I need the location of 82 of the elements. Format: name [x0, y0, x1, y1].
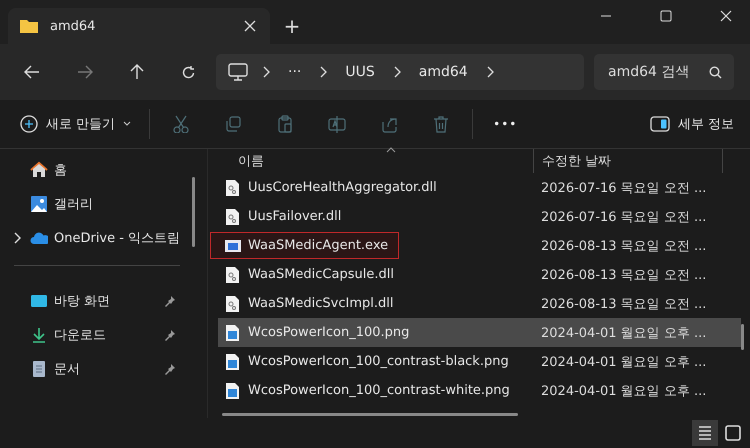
- file-row[interactable]: WaaSMedicCapsule.dll 2026-08-13 목요일 오전 ...: [218, 260, 741, 289]
- file-row[interactable]: WcosPowerIcon_100_contrast-black.png 2024-04-01 월요일 오후 ...: [218, 347, 741, 376]
- settings-file-icon: [224, 266, 241, 284]
- date-cell-text: 2024-04-01 월요일 오후 ...: [540, 324, 706, 342]
- file-row[interactable]: WcosPowerIcon_100_contrast-white.png 2024-04-01 월요일 오후 ...: [218, 376, 741, 405]
- settings-file-icon: [224, 178, 241, 196]
- view-button[interactable]: [692, 420, 718, 446]
- list-view-icon: [696, 424, 714, 442]
- sidebar-item[interactable]: OneDrive - 익스트림: [14, 221, 190, 255]
- sidebar-item[interactable]: 바탕 화면: [14, 284, 190, 318]
- date-cell-text: 2026-08-13 목요일 오전 ...: [540, 238, 706, 254]
- sort-caret-icon: [386, 147, 396, 153]
- folder-icon: [20, 19, 38, 33]
- file-row[interactable]: UusCoreHealthAggregator.dll 2026-07-16 목요일 오전 ...: [218, 173, 741, 202]
- image-file-icon: [224, 352, 241, 370]
- column-header[interactable]: 이름: [218, 149, 533, 173]
- file-name: WcosPowerIcon_100.png: [218, 324, 533, 342]
- desktop-icon: [30, 292, 48, 310]
- chevron-right-icon[interactable]: [392, 66, 401, 78]
- close-icon[interactable]: [244, 20, 256, 32]
- tab-title: amd64: [50, 18, 96, 34]
- chevron-right-icon[interactable]: [14, 232, 21, 244]
- file-name: UusFailover.dll: [218, 208, 533, 226]
- search-field[interactable]: amd64 검색: [594, 54, 734, 90]
- download-icon: [30, 326, 48, 344]
- breadcrumb-item[interactable]: amd64: [418, 64, 468, 80]
- settings-file-icon: [224, 294, 241, 312]
- scrollbar-thumb[interactable]: [192, 177, 195, 247]
- maximize-icon[interactable]: [660, 10, 672, 22]
- sidebar-item[interactable]: 갤러리: [14, 187, 190, 221]
- plus-circle-icon: [20, 115, 38, 133]
- new-tab-button[interactable]: +: [270, 8, 314, 44]
- up-arrow-icon[interactable]: [130, 64, 144, 80]
- new-button[interactable]: 새로 만들기: [16, 109, 136, 139]
- date-cell-text: 2026-07-16 목요일 오전 ...: [540, 180, 706, 196]
- back-arrow-icon[interactable]: [24, 65, 40, 79]
- file-name: WcosPowerIcon_100_contrast-black.png: [218, 352, 533, 370]
- caret-icon: [123, 121, 132, 127]
- scrollbar-thumb[interactable]: [741, 324, 744, 350]
- breadcrumb-item[interactable]: ···: [288, 64, 302, 80]
- tile-view-icon: [724, 424, 742, 442]
- date-cell-text: 2026-08-13 목요일 오전 ...: [540, 266, 706, 284]
- column-header[interactable]: 수정한 날짜: [533, 149, 723, 173]
- pin-icon[interactable]: [164, 329, 176, 341]
- refresh-icon[interactable]: [181, 64, 196, 80]
- chevron-right-icon[interactable]: [262, 66, 270, 78]
- date-cell-text: 2026-07-16 목요일 오전 ...: [540, 208, 706, 226]
- document-icon: [30, 360, 48, 378]
- sidebar-item[interactable]: 홈: [14, 153, 190, 187]
- search-icon: [709, 66, 722, 79]
- date-cell-text: 2024-04-01 월요일 오후 ...: [540, 382, 706, 400]
- image-file-icon: [224, 324, 241, 342]
- chevron-right-icon[interactable]: [319, 66, 328, 78]
- pin-icon[interactable]: [164, 363, 176, 375]
- settings-file-icon: [224, 208, 241, 226]
- date-cell-text: 2026-08-13 목요일 오전 ...: [540, 296, 706, 312]
- sidebar-item[interactable]: 문서: [14, 352, 190, 386]
- file-name: UusCoreHealthAggregator.dll: [218, 178, 533, 196]
- file-name: WcosPowerIcon_100_contrast-white.png: [218, 382, 533, 400]
- file-row[interactable]: UusFailover.dll 2026-07-16 목요일 오전 ...: [218, 202, 741, 231]
- chevron-right-icon[interactable]: [486, 66, 494, 78]
- sidebar-item[interactable]: 다운로드: [14, 318, 190, 352]
- file-row[interactable]: WaaSMedicSvcImpl.dll 2026-08-13 목요일 오전 ...: [218, 289, 741, 318]
- home-icon: [30, 161, 48, 179]
- file-name: WaaSMedicCapsule.dll: [218, 266, 533, 284]
- details-button[interactable]: 세부 정보: [646, 111, 738, 137]
- pin-icon[interactable]: [164, 295, 176, 307]
- breadcrumb-item[interactable]: UUS: [345, 64, 375, 80]
- date-cell-text: 2024-04-01 월요일 오후 ...: [540, 354, 706, 370]
- address-bar[interactable]: ··· UUS amd64: [216, 54, 584, 90]
- highlighted-file-name: WaaSMedicAgent.exe: [210, 232, 400, 259]
- forward-arrow-icon[interactable]: [77, 65, 93, 79]
- more-button[interactable]: •••: [487, 113, 524, 135]
- monitor-icon: [228, 63, 248, 81]
- details-pane-icon: [650, 116, 670, 132]
- file-row[interactable]: WcosPowerIcon_100.png 2024-04-01 월요일 오후 ...: [218, 318, 741, 347]
- scrollbar-thumb[interactable]: [222, 413, 518, 416]
- window-tab[interactable]: amd64: [8, 8, 270, 44]
- image-file-icon: [224, 382, 241, 400]
- close-icon[interactable]: [720, 10, 732, 22]
- picture-icon: [30, 195, 48, 213]
- file-name: WaaSMedicSvcImpl.dll: [218, 294, 533, 312]
